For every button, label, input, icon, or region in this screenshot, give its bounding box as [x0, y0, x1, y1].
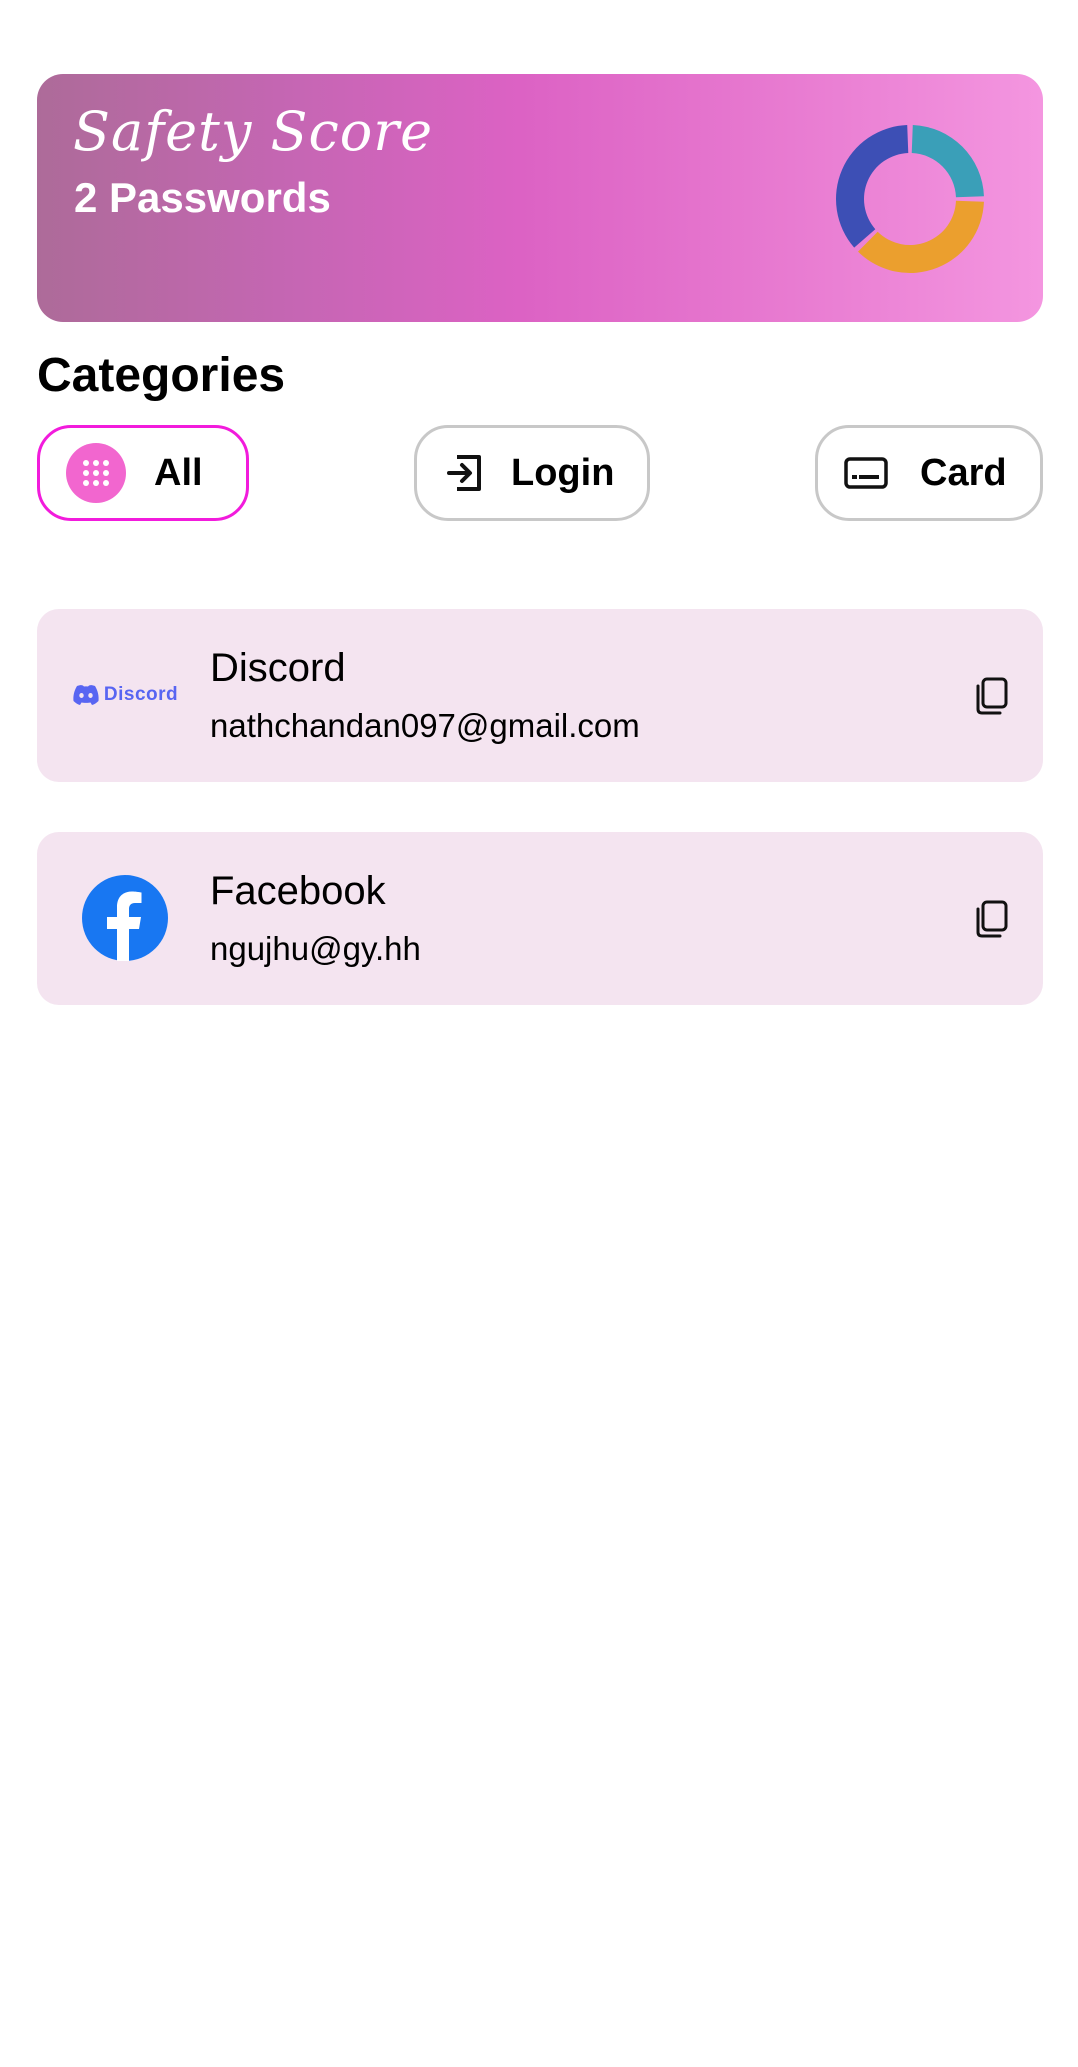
password-entry-facebook[interactable]: Facebook ngujhu@gy.hh [37, 832, 1043, 1005]
category-chip-card[interactable]: Card [815, 425, 1043, 521]
category-chip-all[interactable]: All [37, 425, 249, 521]
copy-icon [976, 677, 1008, 715]
facebook-icon [82, 875, 168, 961]
copy-button[interactable] [969, 673, 1013, 719]
entry-name: Discord [210, 646, 346, 690]
donut-segment-2 [836, 125, 909, 248]
categories-heading: Categories [37, 349, 286, 402]
category-chip-label: All [154, 451, 203, 494]
password-entry-discord[interactable]: Discord Discord nathchandan097@gmail.com [37, 609, 1043, 782]
grid-dots-icon [66, 443, 126, 503]
safety-donut-chart [836, 125, 984, 273]
discord-logo: Discord [65, 650, 185, 740]
category-chip-label: Card [920, 451, 1007, 494]
discord-logo-text: Discord [103, 684, 179, 705]
card-icon [844, 457, 888, 489]
entry-email: nathchandan097@gmail.com [210, 707, 640, 744]
password-count: 2 Passwords [74, 174, 331, 221]
category-chip-login[interactable]: Login [414, 425, 650, 521]
category-chip-label: Login [511, 451, 615, 494]
discord-icon [73, 685, 99, 705]
copy-icon [976, 900, 1008, 938]
facebook-logo [65, 873, 185, 963]
login-icon [447, 453, 483, 493]
donut-segment-1 [858, 200, 984, 273]
entry-email: ngujhu@gy.hh [210, 930, 421, 967]
safety-score-card: Safety Score 2 Passwords [37, 74, 1043, 322]
entry-name: Facebook [210, 869, 386, 913]
safety-score-title: Safety Score [73, 100, 434, 163]
copy-button[interactable] [969, 896, 1013, 942]
donut-segment-0 [911, 125, 984, 198]
